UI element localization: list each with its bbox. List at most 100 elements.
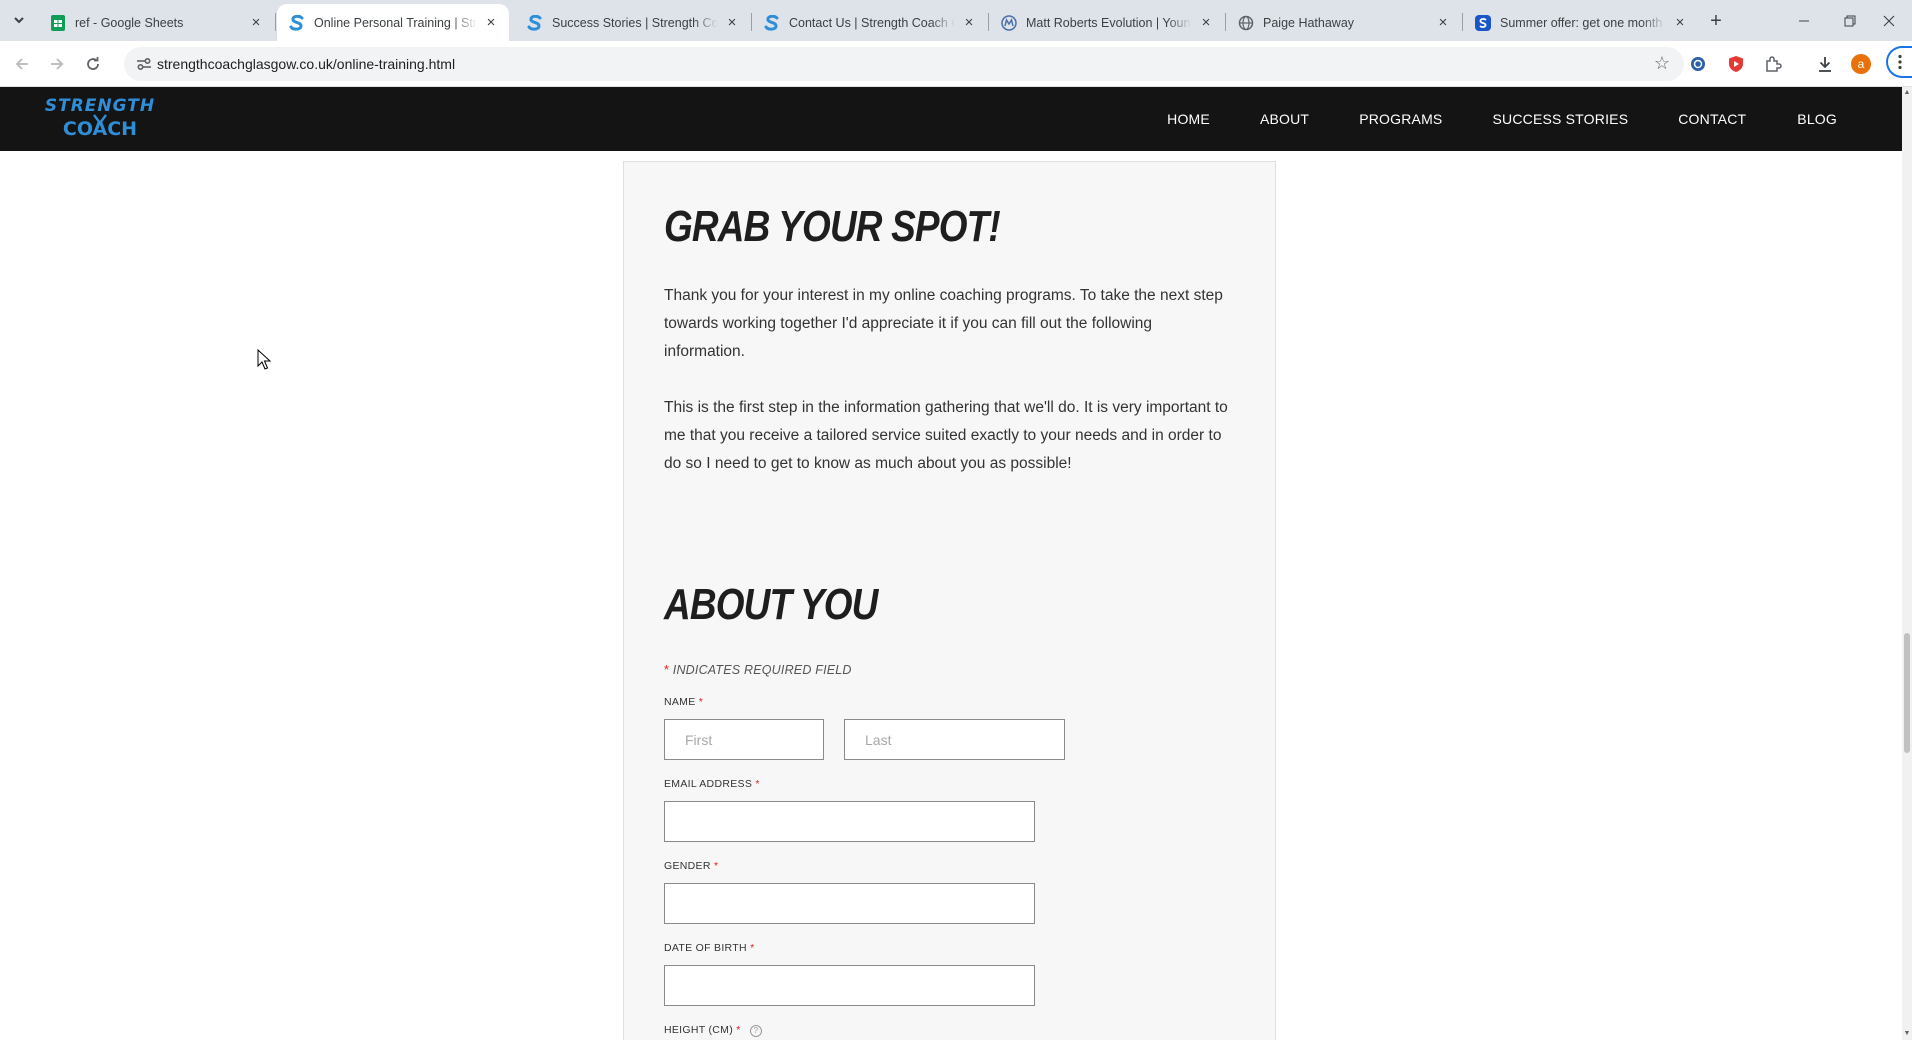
nav-about[interactable]: ABOUT <box>1260 111 1309 127</box>
profile-avatar[interactable]: a <box>1849 52 1873 76</box>
dob-label: DATE OF BIRTH * <box>664 942 754 954</box>
bookmark-star-icon[interactable]: ☆ <box>1654 53 1670 74</box>
strength-coach-icon <box>289 14 305 31</box>
help-icon[interactable]: ? <box>749 1025 762 1037</box>
required-star: * <box>698 696 704 708</box>
logo-line-1: STRENGTH <box>44 96 156 116</box>
browser-tab[interactable]: Paige Hathaway × <box>1226 4 1461 41</box>
browser-tab[interactable]: Success Stories | Strength Coach Glasgow… <box>515 4 750 41</box>
close-tab-icon[interactable]: × <box>1672 14 1688 31</box>
extensions-puzzle-icon[interactable] <box>1761 52 1785 76</box>
tab-title: Success Stories | Strength Coach Glasgow <box>552 15 718 30</box>
chrome-menu-button[interactable] <box>1885 46 1912 78</box>
name-label-text: NAME <box>664 696 696 708</box>
required-star: * <box>750 942 755 954</box>
extension-shield-icon[interactable] <box>1724 52 1748 76</box>
strength-coach-icon <box>764 14 780 31</box>
close-tab-icon[interactable]: × <box>1435 14 1451 31</box>
minimize-button[interactable] <box>1781 0 1827 41</box>
main-nav: HOME ABOUT PROGRAMS SUCCESS STORIES CONT… <box>1167 87 1902 151</box>
tab-title: Summer offer: get one month free <box>1500 15 1666 30</box>
form-heading: ABOUT YOU <box>664 580 878 629</box>
browser-tab[interactable]: Matt Roberts Evolution | Younger × <box>989 4 1224 41</box>
dob-label-text: DATE OF BIRTH <box>664 942 747 954</box>
tab-title: Contact Us | Strength Coach Glasgow <box>789 15 955 30</box>
mouse-cursor-icon <box>257 349 271 370</box>
globe-icon <box>1238 15 1254 31</box>
browser-tab[interactable]: ref - Google Sheets × <box>38 4 274 41</box>
close-tab-icon[interactable]: × <box>248 14 264 31</box>
site-logo[interactable]: STRENGTH COACH <box>38 96 162 142</box>
tab-search-button[interactable] <box>6 8 32 32</box>
address-bar[interactable]: strengthcoachglasgow.co.uk/online-traini… <box>124 47 1684 81</box>
nav-programs[interactable]: PROGRAMS <box>1359 111 1442 127</box>
height-label-text: HEIGHT (CM) <box>664 1024 734 1036</box>
download-icon[interactable] <box>1813 52 1837 76</box>
profile-initial: a <box>1851 54 1871 74</box>
close-tab-icon[interactable]: × <box>1198 14 1214 31</box>
required-star: * <box>755 778 760 790</box>
browser-tab[interactable]: Summer offer: get one month free × <box>1463 4 1698 41</box>
site-header: STRENGTH COACH HOME ABOUT PROGRAMS SUCCE… <box>0 87 1902 151</box>
strength-coach-icon <box>527 14 543 31</box>
scroll-down-arrow-icon[interactable]: ▼ <box>1903 1030 1911 1038</box>
browser-toolbar: strengthcoachglasgow.co.uk/online-traini… <box>0 41 1912 87</box>
close-icon <box>1883 15 1895 26</box>
close-tab-icon[interactable]: × <box>961 14 977 31</box>
browser-tab-strip: ref - Google Sheets × Online Personal Tr… <box>0 0 1912 41</box>
required-star: * <box>664 663 670 677</box>
close-tab-icon[interactable]: × <box>724 14 740 31</box>
restore-icon <box>1844 15 1856 26</box>
reload-button[interactable] <box>79 50 107 78</box>
new-tab-button[interactable]: + <box>1703 8 1729 34</box>
scroll-up-arrow-icon[interactable]: ▲ <box>1903 89 1911 97</box>
chevron-down-icon <box>14 17 24 24</box>
email-label: EMAIL ADDRESS * <box>664 778 760 790</box>
required-field-note: * INDICATES REQUIRED FIELD <box>664 663 852 677</box>
arrow-right-icon <box>51 58 64 70</box>
tab-title: Paige Hathaway <box>1263 15 1355 30</box>
first-name-input[interactable] <box>664 719 824 760</box>
email-label-text: EMAIL ADDRESS <box>664 778 753 790</box>
email-input[interactable] <box>664 801 1035 842</box>
page-scrollbar[interactable]: ▲ ▼ <box>1902 87 1912 1040</box>
scrollbar-thumb[interactable] <box>1904 633 1910 753</box>
extension-globe-icon[interactable] <box>1686 52 1710 76</box>
required-star: * <box>736 1024 741 1036</box>
matt-roberts-icon <box>1001 14 1017 31</box>
nav-success-stories[interactable]: SUCCESS STORIES <box>1492 111 1628 127</box>
tab-title: Online Personal Training | Strength Coac… <box>314 15 477 30</box>
close-window-button[interactable] <box>1866 0 1912 41</box>
browser-tab-active[interactable]: Online Personal Training | Strength Coac… <box>277 4 509 41</box>
nav-home[interactable]: HOME <box>1167 111 1210 127</box>
gender-input[interactable] <box>664 883 1035 924</box>
close-tab-icon[interactable]: × <box>483 14 499 31</box>
nav-blog[interactable]: BLOG <box>1797 111 1837 127</box>
tab-title: Matt Roberts Evolution | Younger <box>1026 15 1192 30</box>
back-button[interactable] <box>8 50 36 78</box>
height-label: HEIGHT (CM) * ? <box>664 1024 762 1037</box>
tab-title: ref - Google Sheets <box>75 15 184 30</box>
page-title: GRAB YOUR SPOT! <box>664 202 1001 251</box>
plus-icon: + <box>1710 9 1722 32</box>
signup-card: GRAB YOUR SPOT! Thank you for your inter… <box>623 161 1276 1040</box>
dob-input[interactable] <box>664 965 1035 1006</box>
gender-label-text: GENDER <box>664 860 711 872</box>
sheets-icon <box>50 14 66 31</box>
last-name-input[interactable] <box>844 719 1065 760</box>
gender-label: GENDER * <box>664 860 718 872</box>
info-paragraph: This is the first step in the informatio… <box>664 399 1228 472</box>
required-star: * <box>713 860 719 872</box>
minimize-icon <box>1799 20 1809 21</box>
reload-icon <box>87 57 99 70</box>
page-content: GRAB YOUR SPOT! Thank you for your inter… <box>0 151 1902 1040</box>
url-text: strengthcoachglasgow.co.uk/online-traini… <box>157 56 456 72</box>
logo-line-2: COACH <box>62 118 138 140</box>
name-label: NAME * <box>664 696 703 708</box>
browser-tab[interactable]: Contact Us | Strength Coach Glasgow × <box>752 4 987 41</box>
site-info-icon[interactable] <box>134 54 154 74</box>
nav-contact[interactable]: CONTACT <box>1678 111 1746 127</box>
required-note-text: INDICATES REQUIRED FIELD <box>672 663 852 677</box>
intro-paragraph: Thank you for your interest in my online… <box>664 287 1223 360</box>
forward-button[interactable] <box>43 50 71 78</box>
